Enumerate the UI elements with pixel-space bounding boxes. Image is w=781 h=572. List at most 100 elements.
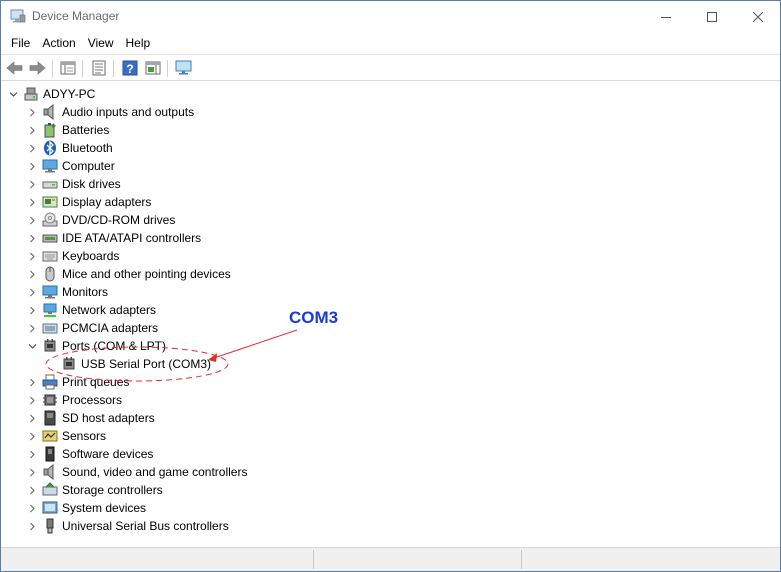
expand-chevron-icon[interactable] — [26, 517, 38, 535]
tree-category-sound-video-and-game-controllers[interactable]: Sound, video and game controllers — [26, 463, 247, 481]
tree-category-system-devices[interactable]: System devices — [26, 499, 146, 517]
menu-file[interactable]: File — [5, 33, 36, 53]
forward-button[interactable] — [28, 59, 46, 77]
minimize-button[interactable] — [643, 1, 689, 32]
annotation-label: COM3 — [289, 308, 339, 327]
tree-category-network-adapters[interactable]: Network adapters — [26, 301, 156, 319]
scan-hardware-changes-button[interactable] — [175, 59, 193, 77]
expand-chevron-icon[interactable] — [26, 391, 38, 409]
expand-chevron-icon[interactable] — [26, 481, 38, 499]
tree-category-sensors[interactable]: Sensors — [26, 427, 106, 445]
tree-item-label: Monitors — [62, 285, 109, 299]
mouse-icon — [42, 266, 58, 282]
expand-chevron-icon[interactable] — [26, 121, 38, 139]
show-hide-action-pane-button[interactable] — [144, 59, 162, 77]
status-bar-divider — [313, 550, 314, 569]
tree-category-ide-ata-atapi-controllers[interactable]: IDE ATA/ATAPI controllers — [26, 229, 201, 247]
tree-device-usb-serial-port[interactable]: USB Serial Port (COM3) — [45, 355, 211, 373]
sound-icon — [42, 463, 58, 481]
expand-chevron-icon[interactable] — [26, 301, 38, 319]
tree-category-display-adapters[interactable]: Display adapters — [26, 193, 151, 211]
device-tree: ADYY-PC Audio inputs and outputs Batteries… — [1, 82, 780, 545]
action-pane-icon — [145, 61, 161, 75]
tree-category-batteries[interactable]: Batteries — [26, 121, 109, 139]
expand-chevron-icon[interactable] — [26, 229, 38, 247]
tree-category-disk-drives[interactable]: Disk drives — [26, 175, 121, 193]
bluetooth-icon — [42, 140, 58, 156]
collapse-chevron-icon[interactable] — [26, 337, 38, 355]
menu-help[interactable]: Help — [120, 33, 157, 53]
expand-chevron-icon[interactable] — [26, 211, 38, 229]
keyboard-icon — [42, 248, 58, 264]
expand-chevron-icon[interactable] — [26, 175, 38, 193]
expand-chevron-icon[interactable] — [26, 463, 38, 481]
tree-item-label: System devices — [62, 501, 147, 515]
tree-category-storage-controllers[interactable]: Storage controllers — [26, 481, 163, 499]
tree-category-ports-com-lpt[interactable]: Ports (COM & LPT) — [26, 337, 166, 355]
tree-category-dvd-cd-rom-drives[interactable]: DVD/CD-ROM drives — [26, 211, 175, 229]
printer-icon — [42, 374, 58, 390]
expand-chevron-icon[interactable] — [26, 103, 38, 121]
show-hide-console-tree-button[interactable] — [59, 59, 77, 77]
expand-chevron-icon[interactable] — [26, 373, 38, 391]
tree-category-computer[interactable]: Computer — [26, 157, 115, 175]
tree-category-bluetooth[interactable]: Bluetooth — [26, 139, 113, 157]
expand-chevron-icon[interactable] — [26, 409, 38, 427]
toolbar-separator — [113, 60, 114, 77]
software-device-icon — [42, 446, 58, 462]
expand-chevron-icon[interactable] — [26, 157, 38, 175]
disk-drive-icon — [42, 176, 58, 192]
collapse-chevron-icon[interactable] — [7, 85, 19, 103]
tree-item-label: Sensors — [62, 429, 107, 443]
expand-chevron-icon[interactable] — [26, 499, 38, 517]
expand-chevron-icon[interactable] — [26, 193, 38, 211]
help-icon: ? — [122, 60, 138, 76]
expand-chevron-icon[interactable] — [26, 247, 38, 265]
tree-item-label: Computer — [62, 159, 115, 173]
expand-chevron-icon[interactable] — [26, 139, 38, 157]
expand-chevron-icon[interactable] — [26, 445, 38, 463]
back-arrow-icon — [6, 61, 23, 75]
tree-root-computer[interactable]: ADYY-PC — [7, 85, 95, 103]
tree-category-print-queues[interactable]: Print queues — [26, 373, 129, 391]
back-button[interactable] — [6, 59, 24, 77]
tree-item-label: Universal Serial Bus controllers — [62, 519, 229, 533]
tree-item-label: Software devices — [62, 447, 154, 461]
close-button[interactable] — [735, 1, 781, 32]
tree-category-processors[interactable]: Processors — [26, 391, 122, 409]
tree-category-universal-serial-bus-controllers[interactable]: Universal Serial Bus controllers — [26, 517, 229, 535]
expand-chevron-icon[interactable] — [26, 319, 38, 337]
maximize-icon — [707, 11, 717, 22]
title-bar[interactable]: Device Manager — [1, 1, 780, 32]
expand-chevron-icon[interactable] — [26, 283, 38, 301]
expand-chevron-icon[interactable] — [26, 427, 38, 445]
tree-item-label: Storage controllers — [62, 483, 163, 497]
sensor-icon — [42, 428, 58, 444]
tree-category-software-devices[interactable]: Software devices — [26, 445, 153, 463]
close-icon — [753, 11, 763, 22]
battery-icon — [42, 122, 58, 138]
tree-item-label: SD host adapters — [62, 411, 155, 425]
properties-button[interactable] — [90, 59, 108, 77]
tree-category-keyboards[interactable]: Keyboards — [26, 247, 119, 265]
tree-item-label: Ports (COM & LPT) — [62, 339, 167, 353]
menu-view[interactable]: View — [82, 33, 120, 53]
properties-icon — [92, 60, 106, 76]
port-icon — [61, 356, 77, 372]
help-button[interactable]: ? — [121, 59, 139, 77]
tree-category-mice-and-other-pointing-devices[interactable]: Mice and other pointing devices — [26, 265, 231, 283]
monitor-scan-icon — [175, 60, 192, 75]
tree-category-audio-inputs-and-outputs[interactable]: Audio inputs and outputs — [26, 103, 194, 121]
maximize-button[interactable] — [689, 1, 735, 32]
menu-action[interactable]: Action — [36, 33, 81, 53]
expand-chevron-icon[interactable] — [26, 265, 38, 283]
port-icon — [42, 338, 58, 354]
tree-category-monitors[interactable]: Monitors — [26, 283, 108, 301]
tree-item-label: DVD/CD-ROM drives — [62, 213, 176, 227]
tree-category-pcmcia-adapters[interactable]: PCMCIA adapters — [26, 319, 158, 337]
tree-category-sd-host-adapters[interactable]: SD host adapters — [26, 409, 155, 427]
tree-item-label: Network adapters — [62, 303, 157, 317]
status-bar-divider — [521, 550, 522, 569]
console-tree-icon — [60, 61, 76, 75]
